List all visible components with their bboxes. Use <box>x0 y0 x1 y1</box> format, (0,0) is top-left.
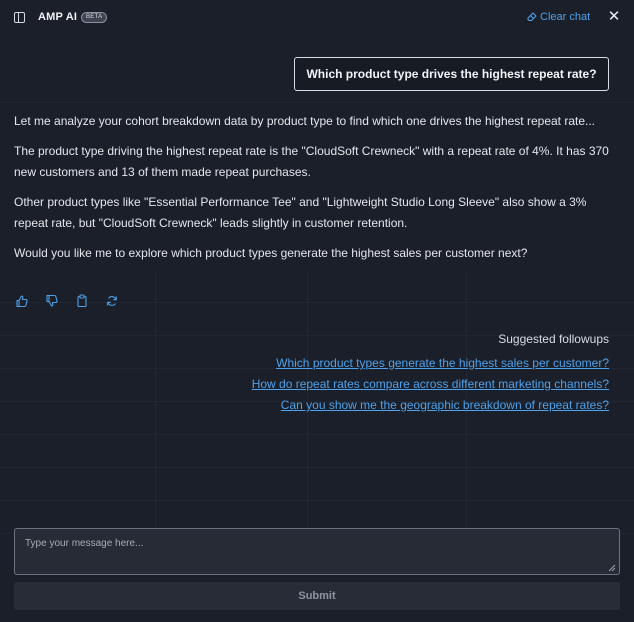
regenerate-icon[interactable] <box>106 294 118 308</box>
beta-badge: BETA <box>81 12 108 23</box>
suggested-followups: Suggested followups Which product types … <box>252 332 609 416</box>
feedback-actions <box>16 294 118 308</box>
copy-icon[interactable] <box>76 294 88 308</box>
thumbs-up-icon[interactable] <box>16 294 28 308</box>
reply-paragraph: The product type driving the highest rep… <box>14 144 609 179</box>
submit-button[interactable]: Submit <box>14 582 620 610</box>
followups-heading: Suggested followups <box>498 332 609 346</box>
close-icon[interactable]: ✕ <box>606 9 622 26</box>
reply-paragraph: Let me analyze your cohort breakdown dat… <box>14 114 596 128</box>
followup-link[interactable]: How do repeat rates compare across diffe… <box>252 374 609 395</box>
app-title: AMP AI <box>38 11 78 23</box>
user-message: Which product type drives the highest re… <box>294 57 609 91</box>
chat-header: AMP AI BETA Clear chat ✕ <box>0 0 634 36</box>
thumbs-down-icon[interactable] <box>46 294 58 308</box>
reply-paragraph: Would you like me to explore which produ… <box>14 246 528 260</box>
clear-chat-button[interactable]: Clear chat <box>527 11 590 23</box>
clear-chat-label: Clear chat <box>540 11 591 23</box>
followup-link[interactable]: Can you show me the geographic breakdown… <box>252 395 609 416</box>
assistant-reply: Let me analyze your cohort breakdown dat… <box>14 111 614 273</box>
reply-paragraph: Other product types like "Essential Perf… <box>14 195 587 230</box>
sidebar-panel-icon[interactable] <box>14 12 25 23</box>
eraser-icon <box>527 12 537 22</box>
followup-link[interactable]: Which product types generate the highest… <box>252 353 609 374</box>
message-input[interactable] <box>14 528 620 575</box>
